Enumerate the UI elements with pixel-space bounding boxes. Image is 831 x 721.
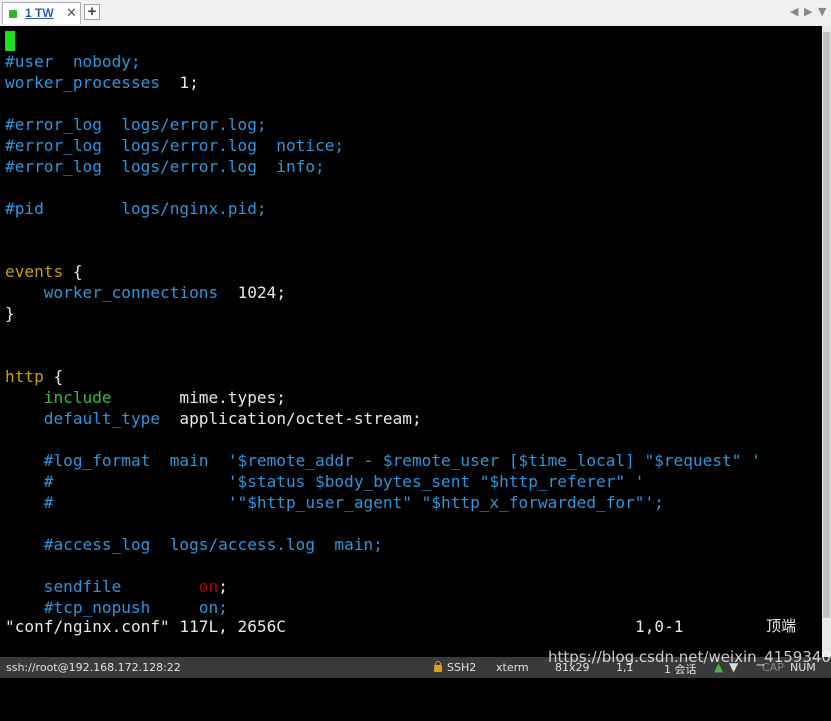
code-segment: default_type [43, 409, 161, 428]
code-line: include mime.types; [5, 387, 761, 408]
code-line: http { [5, 366, 761, 387]
code-segment: include [43, 388, 112, 407]
code-line [5, 30, 761, 51]
code-line: #log_format main '$remote_addr - $remote… [5, 450, 761, 471]
watermark-text: https://blog.csdn.net/weixin_41593408 [548, 648, 831, 666]
code-segment: 1024; [218, 283, 287, 302]
vim-cursor-position: 1,0-1 [635, 617, 684, 636]
code-segment: #error_log logs/error.log notice; [5, 136, 345, 155]
code-segment: #access_log logs/access.log main; [5, 535, 383, 554]
code-line: #tcp_nopush on; [5, 597, 761, 618]
code-line: events { [5, 261, 761, 282]
code-segment: on [198, 577, 219, 596]
tab-list-dropdown-icon[interactable]: ▼ [818, 5, 826, 18]
code-segment: { [63, 262, 83, 281]
terminal-type: xterm [496, 661, 529, 674]
tab-close-icon[interactable]: ✕ [66, 5, 77, 21]
scrollbar-thumb[interactable] [823, 32, 830, 618]
code-segment: 1; [160, 73, 199, 92]
code-line: # '$status $body_bytes_sent "$http_refer… [5, 471, 761, 492]
code-segment: ; [218, 577, 228, 596]
tab-label: 1 TW [25, 6, 54, 20]
code-segment: events [5, 262, 64, 281]
code-line: #pid logs/nginx.pid; [5, 198, 761, 219]
code-line: sendfile on; [5, 576, 761, 597]
cursor-block [5, 31, 15, 51]
vim-file-info: "conf/nginx.conf" 117L, 2656C [5, 617, 286, 636]
code-line: # '"$http_user_agent" "$http_x_forwarded… [5, 492, 761, 513]
code-segment: } [5, 304, 15, 323]
code-line: #access_log logs/access.log main; [5, 534, 761, 555]
code-segment: #error_log logs/error.log info; [5, 157, 325, 176]
connection-address: ssh://root@192.168.172.128:22 [6, 661, 181, 674]
code-line: } [5, 303, 761, 324]
code-segment: worker_processes [5, 73, 161, 92]
code-segment: application/octet-stream; [160, 409, 422, 428]
terminal-lines: #user nobody; worker_processes 1; #error_l… [5, 30, 761, 618]
code-segment: mime.types; [111, 388, 287, 407]
tab-session-1[interactable]: 1 TW ✕ [2, 2, 81, 24]
tab-scroll-right-icon[interactable]: ▶ [804, 5, 812, 18]
code-line: #error_log logs/error.log; [5, 114, 761, 135]
code-segment: # '"$http_user_agent" "$http_x_forwarded… [5, 493, 664, 512]
code-segment: #log_format main '$remote_addr - $remote… [5, 451, 761, 470]
code-segment: sendfile [43, 577, 122, 596]
code-line: worker_processes 1; [5, 72, 761, 93]
code-line: #user nobody; [5, 51, 761, 72]
tab-scroll-left-icon[interactable]: ◀ [790, 5, 798, 18]
terminal-view[interactable]: #user nobody; worker_processes 1; #error_l… [0, 26, 822, 657]
code-segment: #pid logs/nginx.pid; [5, 199, 267, 218]
connected-status-icon [9, 10, 17, 18]
lock-icon [434, 661, 442, 672]
code-line: #error_log logs/error.log info; [5, 156, 761, 177]
new-tab-button[interactable]: + [84, 4, 100, 20]
code-segment: #user nobody; [5, 52, 141, 71]
code-segment: http [5, 367, 44, 386]
code-segment: #tcp_nopush on; [5, 598, 228, 617]
code-segment: worker_connections [43, 283, 219, 302]
code-line: default_type application/octet-stream; [5, 408, 761, 429]
vim-scroll-indicator: 顶端 [766, 617, 797, 635]
vim-status-line: "conf/nginx.conf" 117L, 2656C 1,0-1 顶端 [5, 616, 820, 637]
code-segment: { [43, 367, 64, 386]
terminal-scrollbar[interactable] [822, 26, 831, 657]
code-line: worker_connections 1024; [5, 282, 761, 303]
tab-bar: 1 TW ✕ + ◀ ▶ ▼ [0, 0, 831, 27]
code-line: #error_log logs/error.log notice; [5, 135, 761, 156]
code-segment: #error_log logs/error.log; [5, 115, 267, 134]
code-segment: # '$status $body_bytes_sent "$http_refer… [5, 472, 645, 491]
protocol-label: SSH2 [447, 661, 477, 674]
